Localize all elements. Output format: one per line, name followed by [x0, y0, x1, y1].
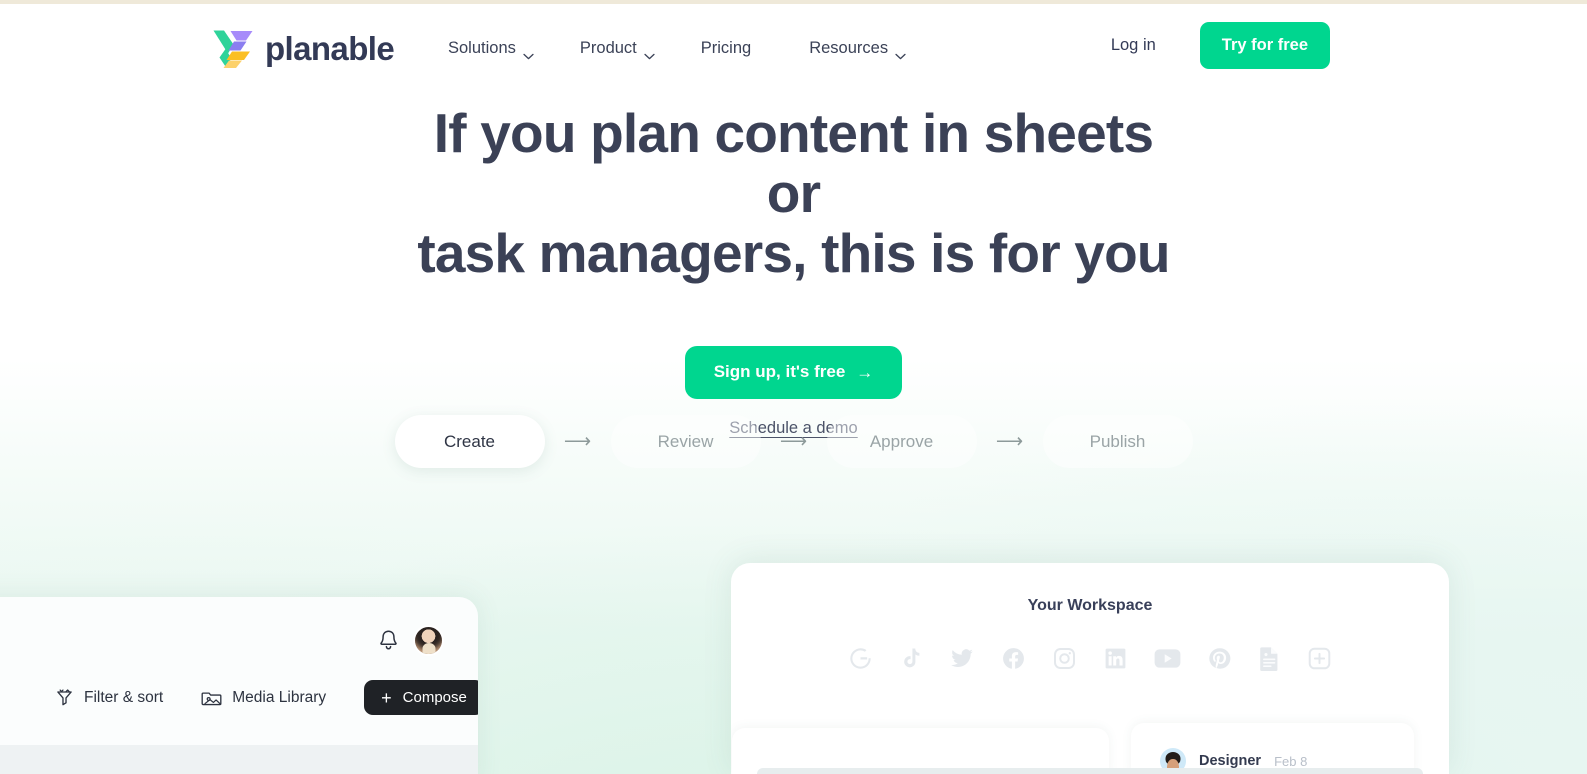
primary-nav: Solutions Product Pricing Resources [448, 35, 930, 62]
hero-section: If you plan content in sheets or task ma… [0, 102, 1587, 438]
app-card-tools: Filter & sort Media Library + Compose [55, 680, 478, 715]
step-label-create: Create [443, 431, 496, 451]
nav-item-resources[interactable]: Resources [775, 35, 930, 62]
chevron-down-icon [644, 46, 655, 60]
workspace-title: Your Workspace [1027, 597, 1153, 614]
media-library-label: Media Library [232, 688, 327, 706]
nav-label-product: Product [579, 39, 637, 57]
headline-line-2: task managers, this is for you [417, 221, 1170, 284]
app-card-footer-strip [0, 745, 478, 774]
signup-cta-label: Sign up, it's free [713, 362, 846, 382]
google-icon[interactable] [848, 646, 873, 671]
brand-name: planable [265, 29, 395, 67]
planable-logo-icon [213, 30, 253, 68]
workspace-card: Your Workspace Designer Feb 8 [731, 563, 1449, 774]
instagram-icon[interactable] [1052, 646, 1077, 671]
workspace-channel-list [731, 645, 1449, 671]
nav-label-solutions: Solutions [448, 39, 516, 57]
arrow-right-icon: → [856, 362, 874, 382]
headline-line-1: If you plan content in sheets or [433, 102, 1154, 224]
app-toolbar-card: Filter & sort Media Library + Compose [0, 597, 478, 774]
nav-label-pricing: Pricing [700, 39, 752, 57]
try-for-free-button[interactable]: Try for free [1199, 22, 1330, 69]
user-avatar[interactable] [415, 627, 442, 654]
youtube-icon[interactable] [1154, 648, 1181, 669]
nav-item-pricing[interactable]: Pricing [679, 35, 775, 62]
step-label-approve: Approve [869, 431, 934, 451]
step-arrow-icon: ⟶ [779, 431, 808, 452]
post-date: Feb 8 [1274, 753, 1308, 769]
post-author-name: Designer [1199, 753, 1262, 769]
media-library-button[interactable]: Media Library [201, 688, 326, 707]
nav-item-product[interactable]: Product [558, 35, 679, 62]
compose-button[interactable]: + Compose [364, 680, 478, 715]
step-arrow-icon: ⟶ [563, 431, 592, 452]
tiktok-icon[interactable] [899, 646, 923, 670]
workflow-steps: Create ⟶ Review ⟶ Approve ⟶ Publish [0, 415, 1587, 468]
filter-and-sort-button[interactable]: Filter & sort [55, 688, 163, 707]
nav-item-solutions[interactable]: Solutions [448, 35, 558, 62]
step-pill-review[interactable]: Review [610, 415, 761, 468]
nav-label-resources: Resources [809, 39, 889, 57]
login-link[interactable]: Log in [1111, 36, 1156, 55]
signup-cta-button[interactable]: Sign up, it's free → [684, 345, 903, 399]
bell-icon[interactable] [378, 629, 399, 652]
plus-icon: + [381, 687, 392, 708]
brand-logo-link[interactable]: planable [212, 28, 395, 68]
media-library-icon [201, 688, 222, 707]
step-arrow-icon: ⟶ [995, 431, 1024, 452]
facebook-icon[interactable] [1001, 646, 1026, 671]
app-card-topbar [378, 627, 442, 654]
chevron-down-icon [895, 46, 906, 60]
post-card[interactable]: Designer Feb 8 [1131, 723, 1414, 774]
step-pill-create[interactable]: Create [394, 415, 545, 468]
step-label-publish: Publish [1089, 431, 1146, 451]
page-title: If you plan content in sheets or task ma… [414, 102, 1174, 284]
step-label-review: Review [657, 431, 714, 451]
filter-sort-icon [55, 688, 74, 707]
step-pill-publish[interactable]: Publish [1042, 415, 1193, 468]
header-auth-actions: Log in Try for free [1111, 22, 1587, 69]
pinterest-icon[interactable] [1207, 646, 1232, 671]
twitter-icon[interactable] [949, 645, 975, 671]
chevron-down-icon [523, 46, 534, 60]
filter-and-sort-label: Filter & sort [84, 688, 164, 706]
add-channel-icon[interactable] [1307, 646, 1332, 671]
page-root: planable Solutions Product Pricing Resou… [0, 0, 1587, 774]
linkedin-icon[interactable] [1103, 646, 1128, 671]
site-header: planable Solutions Product Pricing Resou… [0, 4, 1587, 90]
document-icon[interactable] [1258, 646, 1281, 671]
compose-label: Compose [402, 689, 467, 706]
card-stack-shadow [757, 768, 1423, 774]
step-pill-approve[interactable]: Approve [826, 415, 977, 468]
